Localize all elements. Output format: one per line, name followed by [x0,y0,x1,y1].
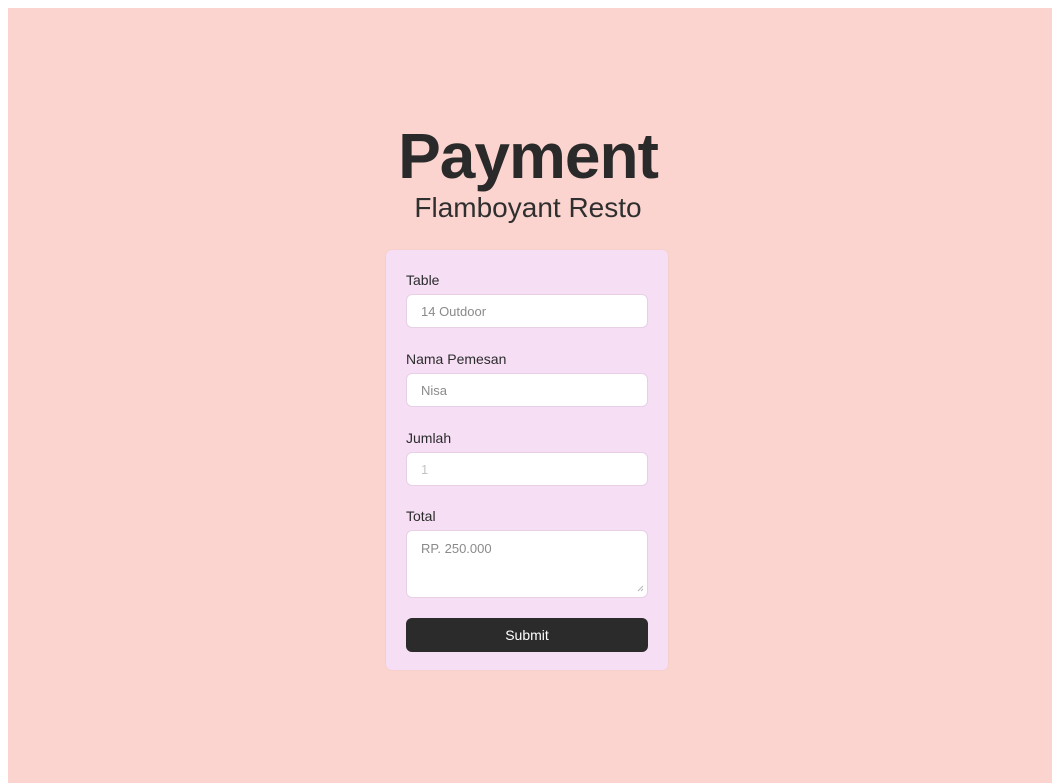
jumlah-input[interactable] [406,452,648,486]
jumlah-label: Jumlah [406,430,452,446]
page-background: Payment Flamboyant Resto Table Nama Peme… [8,8,1052,783]
table-label: Table [406,272,440,288]
payment-form-card: Table Nama Pemesan Jumlah Total RP. 250.… [386,250,668,670]
resize-grip-icon[interactable] [636,584,644,592]
page-title: Payment [398,120,659,192]
restaurant-name: Flamboyant Resto [414,192,642,223]
submit-button[interactable]: Submit [406,618,648,652]
total-label: Total [406,508,436,524]
nama-pemesan-label: Nama Pemesan [406,351,507,367]
nama-pemesan-input[interactable] [406,373,648,407]
table-input[interactable] [406,294,648,328]
total-textarea[interactable]: RP. 250.000 [406,530,648,598]
